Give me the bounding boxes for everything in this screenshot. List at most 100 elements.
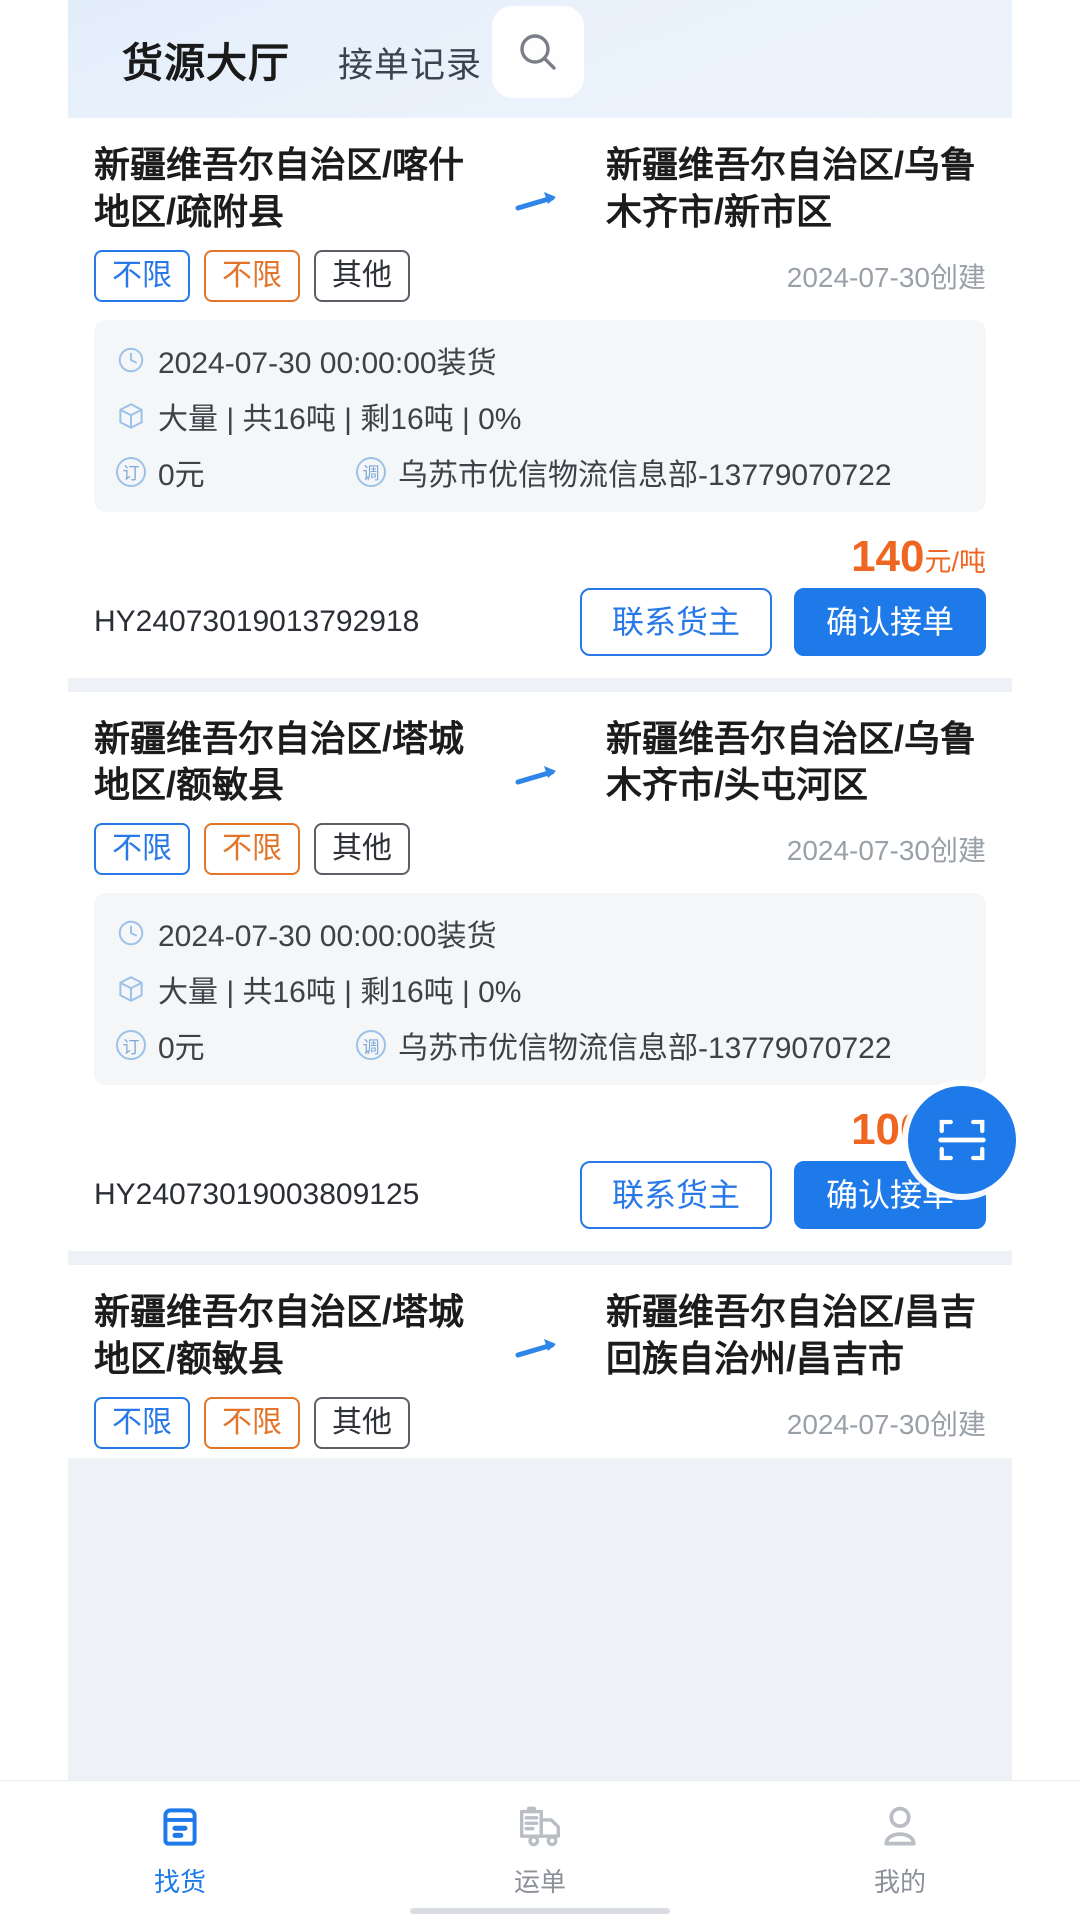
cargo-info-text: 大量 | 共16吨 | 剩16吨 | 0% <box>158 967 522 1011</box>
cargo-card[interactable]: 新疆维吾尔自治区/塔城地区/额敏县 新疆维吾尔自治区/昌吉回族自治州/昌吉市 不… <box>68 1265 1012 1458</box>
nav-item-waybill[interactable]: 运单 <box>360 1802 720 1899</box>
route-row: 新疆维吾尔自治区/塔城地区/额敏县 新疆维吾尔自治区/昌吉回族自治州/昌吉市 <box>94 1289 986 1383</box>
tag-cargo-type: 其他 <box>314 250 410 302</box>
tag-vehicle-type: 不限 <box>94 250 190 302</box>
load-time-row: 2024-07-30 00:00:00装货 <box>116 338 964 382</box>
tag-vehicle-length: 不限 <box>204 1397 300 1449</box>
cargo-info-text: 大量 | 共16吨 | 剩16吨 | 0% <box>158 394 522 438</box>
tag-cargo-type: 其他 <box>314 1397 410 1449</box>
origin-text: 新疆维吾尔自治区/喀什地区/疏附县 <box>94 142 474 236</box>
right-gutter <box>1012 0 1080 1920</box>
deposit-dispatch-row: 订 0元 调 乌苏市优信物流信息部-13779070722 <box>116 1023 964 1067</box>
contact-owner-button[interactable]: 联系货主 <box>580 588 772 656</box>
created-date: 2024-07-30创建 <box>787 829 986 869</box>
page-header: 货源大厅 接单记录 <box>68 0 1012 118</box>
price-row: 100元/吨 <box>94 1105 986 1155</box>
deposit-block: 订 0元 <box>116 450 356 494</box>
scan-button[interactable] <box>908 1086 1016 1194</box>
destination-text: 新疆维吾尔自治区/乌鲁木齐市/头屯河区 <box>606 716 986 810</box>
tag-vehicle-type: 不限 <box>94 1397 190 1449</box>
price-value: 140 <box>851 532 924 581</box>
scan-icon <box>935 1113 989 1167</box>
tag-row: 不限 不限 其他 2024-07-30创建 <box>94 1397 986 1449</box>
truck-icon <box>515 1802 565 1852</box>
cargo-card[interactable]: 新疆维吾尔自治区/塔城地区/额敏县 新疆维吾尔自治区/乌鲁木齐市/头屯河区 不限… <box>68 692 1012 1252</box>
accept-order-button[interactable]: 确认接单 <box>794 588 986 656</box>
tag-row: 不限 不限 其他 2024-07-30创建 <box>94 823 986 875</box>
cargo-info-row: 大量 | 共16吨 | 剩16吨 | 0% <box>116 394 964 438</box>
tag-group: 不限 不限 其他 <box>94 1397 410 1449</box>
card-footer: HY24073019003809125 联系货主 确认接单 <box>94 1161 986 1229</box>
tag-cargo-type: 其他 <box>314 823 410 875</box>
detail-panel: 2024-07-30 00:00:00装货 大量 | 共16吨 | 剩16吨 |… <box>94 320 986 512</box>
cargo-info-row: 大量 | 共16吨 | 剩16吨 | 0% <box>116 967 964 1011</box>
package-icon <box>116 401 158 431</box>
deposit-text: 0元 <box>158 450 205 494</box>
person-icon <box>875 1802 925 1852</box>
deposit-icon: 订 <box>116 457 158 487</box>
clock-icon <box>116 918 158 948</box>
arrow-right-icon <box>514 188 566 218</box>
destination-block: 新疆维吾尔自治区/昌吉回族自治州/昌吉市 <box>606 1289 986 1383</box>
nav-item-find-cargo[interactable]: 找货 <box>0 1802 360 1899</box>
cargo-card[interactable]: 新疆维吾尔自治区/喀什地区/疏附县 新疆维吾尔自治区/乌鲁木齐市/新市区 不限 … <box>68 118 1012 678</box>
dispatcher-text: 乌苏市优信物流信息部-13779070722 <box>398 450 892 494</box>
tab-cargo-hall[interactable]: 货源大厅 <box>122 29 290 89</box>
origin-block: 新疆维吾尔自治区/喀什地区/疏附县 <box>94 142 474 236</box>
destination-block: 新疆维吾尔自治区/乌鲁木齐市/新市区 <box>606 142 986 236</box>
nav-item-profile[interactable]: 我的 <box>720 1802 1080 1899</box>
route-row: 新疆维吾尔自治区/塔城地区/额敏县 新疆维吾尔自治区/乌鲁木齐市/头屯河区 <box>94 716 986 810</box>
cargo-list[interactable]: 新疆维吾尔自治区/喀什地区/疏附县 新疆维吾尔自治区/乌鲁木齐市/新市区 不限 … <box>68 118 1012 1458</box>
bottom-navigation: 找货 运单 我的 <box>0 1780 1080 1920</box>
origin-block: 新疆维吾尔自治区/塔城地区/额敏县 <box>94 1289 474 1383</box>
order-number: HY24073019013792918 <box>94 605 419 639</box>
clock-icon <box>116 345 158 375</box>
load-time-row: 2024-07-30 00:00:00装货 <box>116 911 964 955</box>
order-number: HY24073019003809125 <box>94 1178 419 1212</box>
route-arrow <box>505 716 575 792</box>
origin-block: 新疆维吾尔自治区/塔城地区/额敏县 <box>94 716 474 810</box>
action-buttons: 联系货主 确认接单 <box>580 588 986 656</box>
deposit-icon: 订 <box>116 1030 158 1060</box>
route-arrow <box>505 142 575 218</box>
tab-order-records[interactable]: 接单记录 <box>338 37 482 88</box>
load-time-text: 2024-07-30 00:00:00装货 <box>158 911 497 955</box>
dispatch-icon: 调 <box>356 1030 398 1060</box>
created-date: 2024-07-30创建 <box>787 256 986 296</box>
left-gutter <box>0 0 68 1920</box>
dispatcher-block: 调 乌苏市优信物流信息部-13779070722 <box>356 450 892 494</box>
search-icon <box>514 28 562 76</box>
origin-text: 新疆维吾尔自治区/塔城地区/额敏县 <box>94 716 474 810</box>
contact-owner-button[interactable]: 联系货主 <box>580 1161 772 1229</box>
tag-vehicle-length: 不限 <box>204 250 300 302</box>
tag-vehicle-length: 不限 <box>204 823 300 875</box>
price-unit: 元/吨 <box>924 547 986 577</box>
route-arrow <box>505 1289 575 1365</box>
dispatch-icon: 调 <box>356 457 398 487</box>
price-row: 140元/吨 <box>94 532 986 582</box>
destination-block: 新疆维吾尔自治区/乌鲁木齐市/头屯河区 <box>606 716 986 810</box>
origin-text: 新疆维吾尔自治区/塔城地区/额敏县 <box>94 1289 474 1383</box>
nav-label-find-cargo: 找货 <box>154 1862 206 1899</box>
dispatcher-block: 调 乌苏市优信物流信息部-13779070722 <box>356 1023 892 1067</box>
deposit-block: 订 0元 <box>116 1023 356 1067</box>
nav-label-profile: 我的 <box>874 1862 926 1899</box>
tag-group: 不限 不限 其他 <box>94 250 410 302</box>
header-tabs: 货源大厅 接单记录 <box>68 29 482 89</box>
deposit-dispatch-row: 订 0元 调 乌苏市优信物流信息部-13779070722 <box>116 450 964 494</box>
tag-vehicle-type: 不限 <box>94 823 190 875</box>
search-button[interactable] <box>492 6 584 98</box>
arrow-right-icon <box>514 762 566 792</box>
arrow-right-icon <box>514 1335 566 1365</box>
box-icon <box>155 1802 205 1852</box>
nav-label-waybill: 运单 <box>514 1862 566 1899</box>
tag-group: 不限 不限 其他 <box>94 823 410 875</box>
dispatcher-text: 乌苏市优信物流信息部-13779070722 <box>398 1023 892 1067</box>
package-icon <box>116 974 158 1004</box>
destination-text: 新疆维吾尔自治区/乌鲁木齐市/新市区 <box>606 142 986 236</box>
detail-panel: 2024-07-30 00:00:00装货 大量 | 共16吨 | 剩16吨 |… <box>94 893 986 1085</box>
destination-text: 新疆维吾尔自治区/昌吉回族自治州/昌吉市 <box>606 1289 986 1383</box>
home-indicator <box>410 1908 670 1914</box>
deposit-text: 0元 <box>158 1023 205 1067</box>
load-time-text: 2024-07-30 00:00:00装货 <box>158 338 497 382</box>
